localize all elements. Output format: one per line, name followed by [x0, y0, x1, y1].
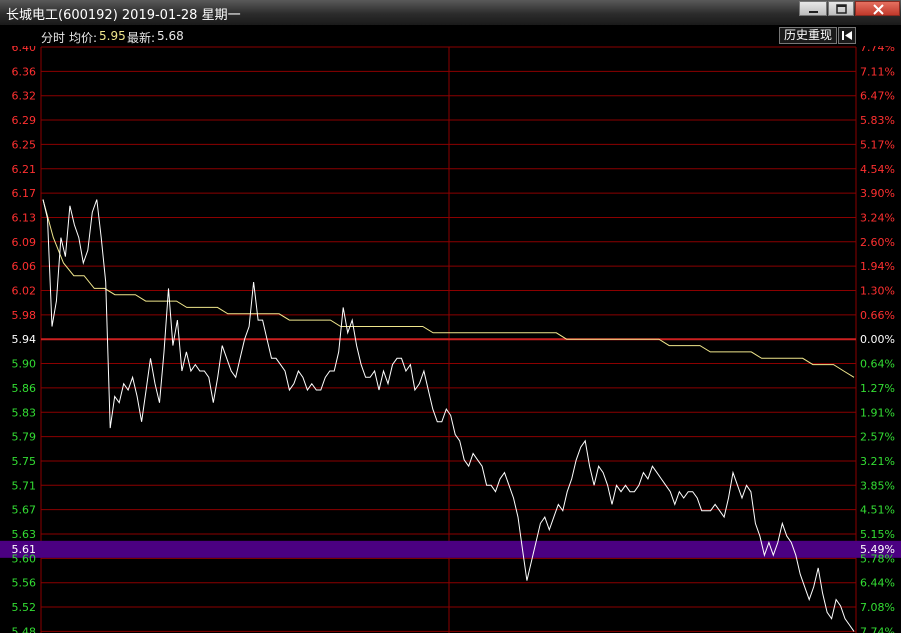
left-tick-label: 6.21 — [12, 163, 37, 176]
right-tick-label: 5.17% — [860, 138, 895, 151]
left-tick-label: 6.09 — [12, 236, 37, 249]
left-tick-label: 6.32 — [12, 90, 37, 103]
left-tick-label: 6.02 — [12, 285, 37, 298]
left-tick-label: 6.06 — [12, 260, 37, 273]
right-tick-label: 4.54% — [860, 163, 895, 176]
left-tick-label: 5.67 — [12, 504, 37, 517]
maximize-icon — [836, 4, 847, 14]
right-tick-label: 5.83% — [860, 114, 895, 127]
right-tick-label: 0.64% — [860, 358, 895, 371]
right-tick-label: 7.74% — [860, 625, 895, 633]
latest-label: 最新: — [127, 31, 156, 45]
right-tick-label: 1.30% — [860, 285, 895, 298]
left-tick-label: 5.90 — [12, 358, 37, 371]
close-icon — [873, 4, 884, 15]
right-tick-label: 3.24% — [860, 211, 895, 224]
intraday-chart[interactable]: 6.406.366.326.296.256.216.176.136.096.06… — [0, 0, 901, 633]
current-price-marker: 5.61 — [12, 543, 37, 556]
right-tick-label: 0.66% — [860, 309, 895, 322]
right-tick-label: 4.51% — [860, 504, 895, 517]
left-tick-label: 5.86 — [12, 382, 37, 395]
window-titlebar: 长城电工(600192) 2019-01-28 星期一 — [0, 0, 901, 25]
left-tick-label: 6.25 — [12, 138, 37, 151]
right-tick-label: 6.47% — [860, 90, 895, 103]
history-replay-button[interactable]: 历史重现 — [779, 27, 837, 44]
right-tick-label: 3.85% — [860, 479, 895, 492]
left-tick-label: 6.36 — [12, 65, 37, 78]
skip-back-icon — [842, 31, 852, 40]
right-tick-label: 1.91% — [860, 406, 895, 419]
latest-value: 5.68 — [157, 29, 184, 43]
left-tick-label: 5.98 — [12, 309, 37, 322]
left-tick-label: 5.75 — [12, 455, 37, 468]
back-button[interactable] — [838, 27, 856, 44]
minimize-icon — [809, 11, 818, 13]
close-button[interactable] — [855, 1, 900, 16]
info-row: 分时 均价: 5.95 最新: 5.68 — [0, 25, 901, 46]
right-tick-label: 3.90% — [860, 187, 895, 200]
left-tick-label: 5.63 — [12, 528, 37, 541]
right-tick-label: 1.27% — [860, 382, 895, 395]
right-tick-label: 2.60% — [860, 236, 895, 249]
left-tick-label: 5.94 — [12, 333, 37, 346]
window-title: 长城电工(600192) 2019-01-28 星期一 — [6, 8, 241, 23]
current-pct-marker: 5.49% — [860, 543, 895, 556]
current-price-marker-band — [0, 540, 901, 558]
right-tick-label: 2.57% — [860, 431, 895, 444]
mode-label: 分时 — [41, 31, 66, 45]
left-tick-label: 6.13 — [12, 211, 37, 224]
maximize-button[interactable] — [828, 1, 854, 16]
left-tick-label: 5.56 — [12, 577, 37, 590]
minimize-button[interactable] — [799, 1, 827, 16]
right-tick-label: 5.15% — [860, 528, 895, 541]
left-tick-label: 5.83 — [12, 406, 37, 419]
avg-label: 均价: — [69, 31, 98, 45]
right-tick-label: 7.08% — [860, 601, 895, 614]
right-tick-label: 0.00% — [860, 333, 895, 346]
left-tick-label: 5.48 — [12, 625, 37, 633]
right-tick-label: 7.11% — [860, 65, 895, 78]
avg-value: 5.95 — [99, 29, 126, 43]
left-tick-label: 6.17 — [12, 187, 37, 200]
left-tick-label: 5.79 — [12, 431, 37, 444]
right-tick-label: 1.94% — [860, 260, 895, 273]
left-tick-label: 5.71 — [12, 479, 37, 492]
right-tick-label: 6.44% — [860, 577, 895, 590]
left-tick-label: 5.52 — [12, 601, 37, 614]
right-tick-label: 3.21% — [860, 455, 895, 468]
left-tick-label: 6.29 — [12, 114, 37, 127]
